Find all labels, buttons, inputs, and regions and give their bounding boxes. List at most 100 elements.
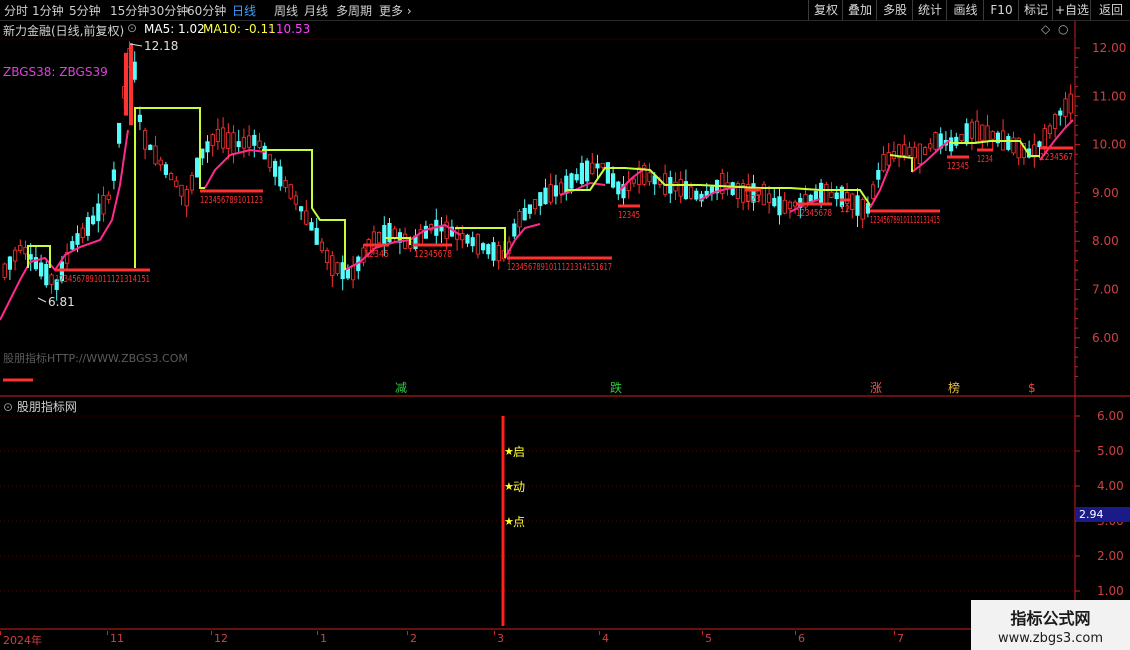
candle-body: [845, 192, 850, 204]
count-label-0: 1234567891011121314151: [55, 274, 150, 285]
candle-body: [767, 193, 772, 203]
date-label-7: 5: [705, 632, 712, 645]
candle-body: [1053, 113, 1058, 129]
candle-body: [44, 263, 49, 286]
candle-body: [168, 173, 174, 181]
candle-body: [829, 191, 834, 198]
candle-body: [678, 179, 683, 197]
candle-body: [194, 157, 200, 178]
candle-body: [288, 184, 293, 199]
candle-body: [96, 203, 101, 222]
event-marker-3: 榜: [948, 380, 960, 395]
candle-body: [309, 222, 314, 231]
candle-body: [75, 233, 80, 245]
price-tick-label-4: 8.00: [1092, 234, 1119, 248]
chart-canvas[interactable]: 12.0011.0010.009.008.007.006.006.005.004…: [0, 0, 1130, 650]
candle-body: [12, 249, 18, 262]
candle-body: [18, 245, 23, 252]
candle-body: [330, 255, 335, 276]
candle-body: [220, 127, 226, 149]
candle-body: [808, 194, 813, 202]
event-marker-2: 涨: [870, 380, 882, 395]
date-label-5: 3: [497, 632, 504, 645]
candle-body: [7, 256, 12, 270]
stair-line-7: [950, 140, 1040, 157]
candle-body: [153, 145, 158, 165]
candle-body: [907, 146, 912, 156]
site-logo: 指标公式网 www.zbgs3.com: [971, 600, 1130, 650]
sub-tick-label-5: 1.00: [1097, 584, 1124, 598]
candle-body: [860, 199, 865, 220]
logo-line2: www.zbgs3.com: [997, 631, 1104, 646]
date-tick-1: [107, 631, 108, 635]
event-marker-1: 跌: [610, 380, 622, 395]
candle-body: [142, 130, 148, 150]
candle-body: [439, 226, 444, 232]
date-tick-0: [0, 631, 1, 635]
count-label-8: 12: [840, 204, 850, 215]
candle-body: [1006, 136, 1011, 150]
low-pointer: [37, 297, 47, 303]
candle-body: [267, 154, 273, 168]
count-label-10: 12345: [947, 161, 969, 172]
candle-body: [954, 136, 959, 146]
candle-body: [871, 184, 876, 199]
candle-body: [912, 146, 917, 159]
event-marker-4: $: [1028, 381, 1036, 395]
candle-body: [210, 134, 215, 146]
candle-body: [314, 227, 319, 245]
count-label-6: 123: [745, 194, 761, 205]
price-tick-label-6: 6.00: [1092, 331, 1119, 345]
candle-body: [824, 184, 829, 204]
collapse-icon[interactable]: ⊙: [3, 400, 13, 414]
candle-body: [512, 223, 517, 237]
candle-body: [49, 274, 54, 285]
candle-body: [293, 195, 299, 205]
candle-body: [1037, 141, 1042, 148]
candle-body: [460, 233, 465, 241]
candle-body: [278, 166, 283, 187]
count-label-2: 12345: [364, 249, 389, 260]
candle-body: [850, 193, 855, 210]
candle-body: [91, 215, 96, 225]
candle-body: [257, 140, 262, 148]
sub-tick-label-4: 2.00: [1097, 549, 1124, 563]
candle-body: [111, 169, 116, 181]
candle-body: [917, 143, 923, 165]
candle-body: [158, 159, 163, 166]
candle-body: [231, 132, 236, 154]
candle-body: [694, 190, 699, 200]
count-label-9: 123456789101112131415: [870, 215, 940, 226]
candle-body: [595, 163, 600, 169]
candle-body: [423, 225, 429, 239]
candle-body: [174, 180, 179, 187]
candle-body: [605, 162, 611, 184]
count-label-4: 1234567891011121314151617: [507, 262, 612, 273]
date-tick-2: [211, 631, 212, 635]
candle-body: [28, 254, 33, 260]
candle-body: [772, 197, 777, 207]
candle-body: [241, 137, 246, 149]
star-label-1: 动: [513, 480, 525, 494]
candle-body: [39, 262, 44, 277]
count-label-7: 12345678: [796, 208, 832, 219]
candle-body: [980, 124, 985, 141]
candle-body: [132, 61, 137, 80]
date-tick-6: [599, 631, 600, 635]
date-tick-4: [407, 631, 408, 635]
star-label-2: 点: [513, 515, 525, 529]
candle-body: [382, 224, 387, 246]
candle-body: [881, 154, 886, 172]
candle-body: [387, 222, 392, 243]
candle-body: [184, 189, 189, 207]
candle-body: [324, 249, 330, 263]
count-label-12: 1234567: [1040, 152, 1073, 163]
candle-body: [480, 243, 486, 251]
count-label-1: 123456789101123: [200, 195, 263, 206]
star-label-0: 启: [513, 445, 525, 459]
candle-body: [631, 178, 637, 184]
candle-body: [163, 164, 168, 175]
candle-body: [527, 204, 533, 214]
candle-body: [933, 132, 938, 150]
candle-spike: [124, 52, 128, 116]
